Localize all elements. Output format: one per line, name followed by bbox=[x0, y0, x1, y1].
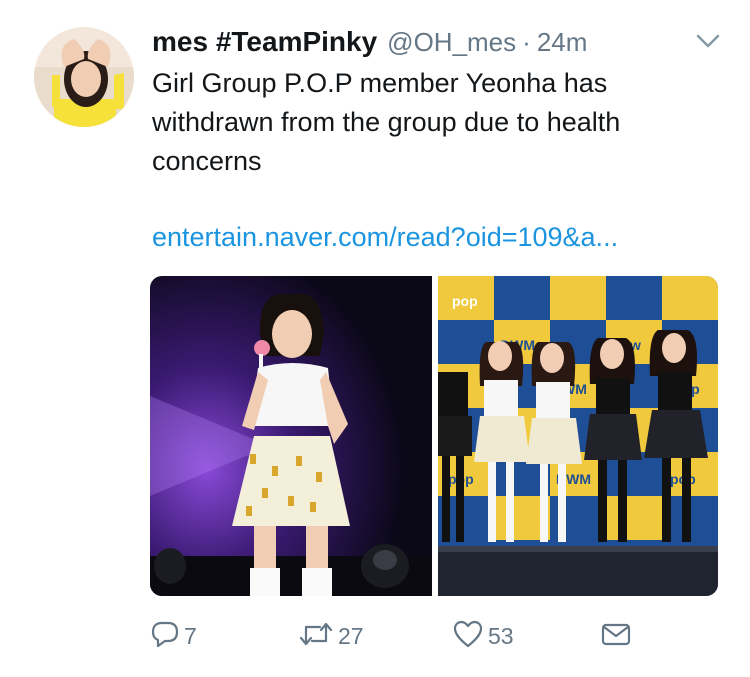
tweet-header: mes #TeamPinky @OH_mes · 24m bbox=[152, 26, 712, 58]
timestamp[interactable]: 24m bbox=[537, 27, 588, 58]
avatar[interactable] bbox=[34, 27, 134, 127]
separator-dot: · bbox=[522, 27, 531, 57]
reply-icon bbox=[150, 619, 180, 654]
retweet-count: 27 bbox=[338, 622, 364, 649]
reply-count: 7 bbox=[184, 622, 197, 649]
backdrop-text: pop bbox=[452, 293, 478, 309]
like-button[interactable]: 53 bbox=[452, 616, 514, 656]
tweet-text: Girl Group P.O.P member Yeonha has withd… bbox=[152, 64, 732, 181]
tweet[interactable]: mes #TeamPinky @OH_mes · 24m Girl Group … bbox=[0, 0, 750, 677]
chevron-down-icon[interactable] bbox=[696, 33, 720, 49]
photo-performer-on-stage[interactable] bbox=[150, 276, 432, 596]
heart-icon bbox=[452, 619, 484, 654]
tweet-actions: 7 27 53 bbox=[150, 616, 650, 656]
media-grid: pop DWM rbw pop WM pop DWM pop bbox=[150, 276, 718, 596]
display-name[interactable]: mes #TeamPinky bbox=[152, 26, 377, 58]
tweet-text-line: concerns bbox=[152, 146, 262, 176]
user-handle[interactable]: @OH_mes bbox=[387, 27, 516, 58]
retweet-icon bbox=[298, 619, 334, 654]
like-count: 53 bbox=[488, 622, 514, 649]
avatar-image bbox=[34, 27, 134, 127]
tweet-link[interactable]: entertain.naver.com/read?oid=109&a... bbox=[152, 220, 732, 254]
tweet-text-line: Girl Group P.O.P member Yeonha has bbox=[152, 68, 608, 98]
reply-button[interactable]: 7 bbox=[150, 616, 197, 656]
direct-message-button[interactable] bbox=[600, 616, 632, 656]
retweet-button[interactable]: 27 bbox=[298, 616, 364, 656]
tweet-text-line: withdrawn from the group due to health bbox=[152, 107, 621, 137]
envelope-icon bbox=[600, 619, 632, 654]
photo-group-at-backdrop[interactable]: pop DWM rbw pop WM pop DWM pop bbox=[438, 276, 718, 596]
